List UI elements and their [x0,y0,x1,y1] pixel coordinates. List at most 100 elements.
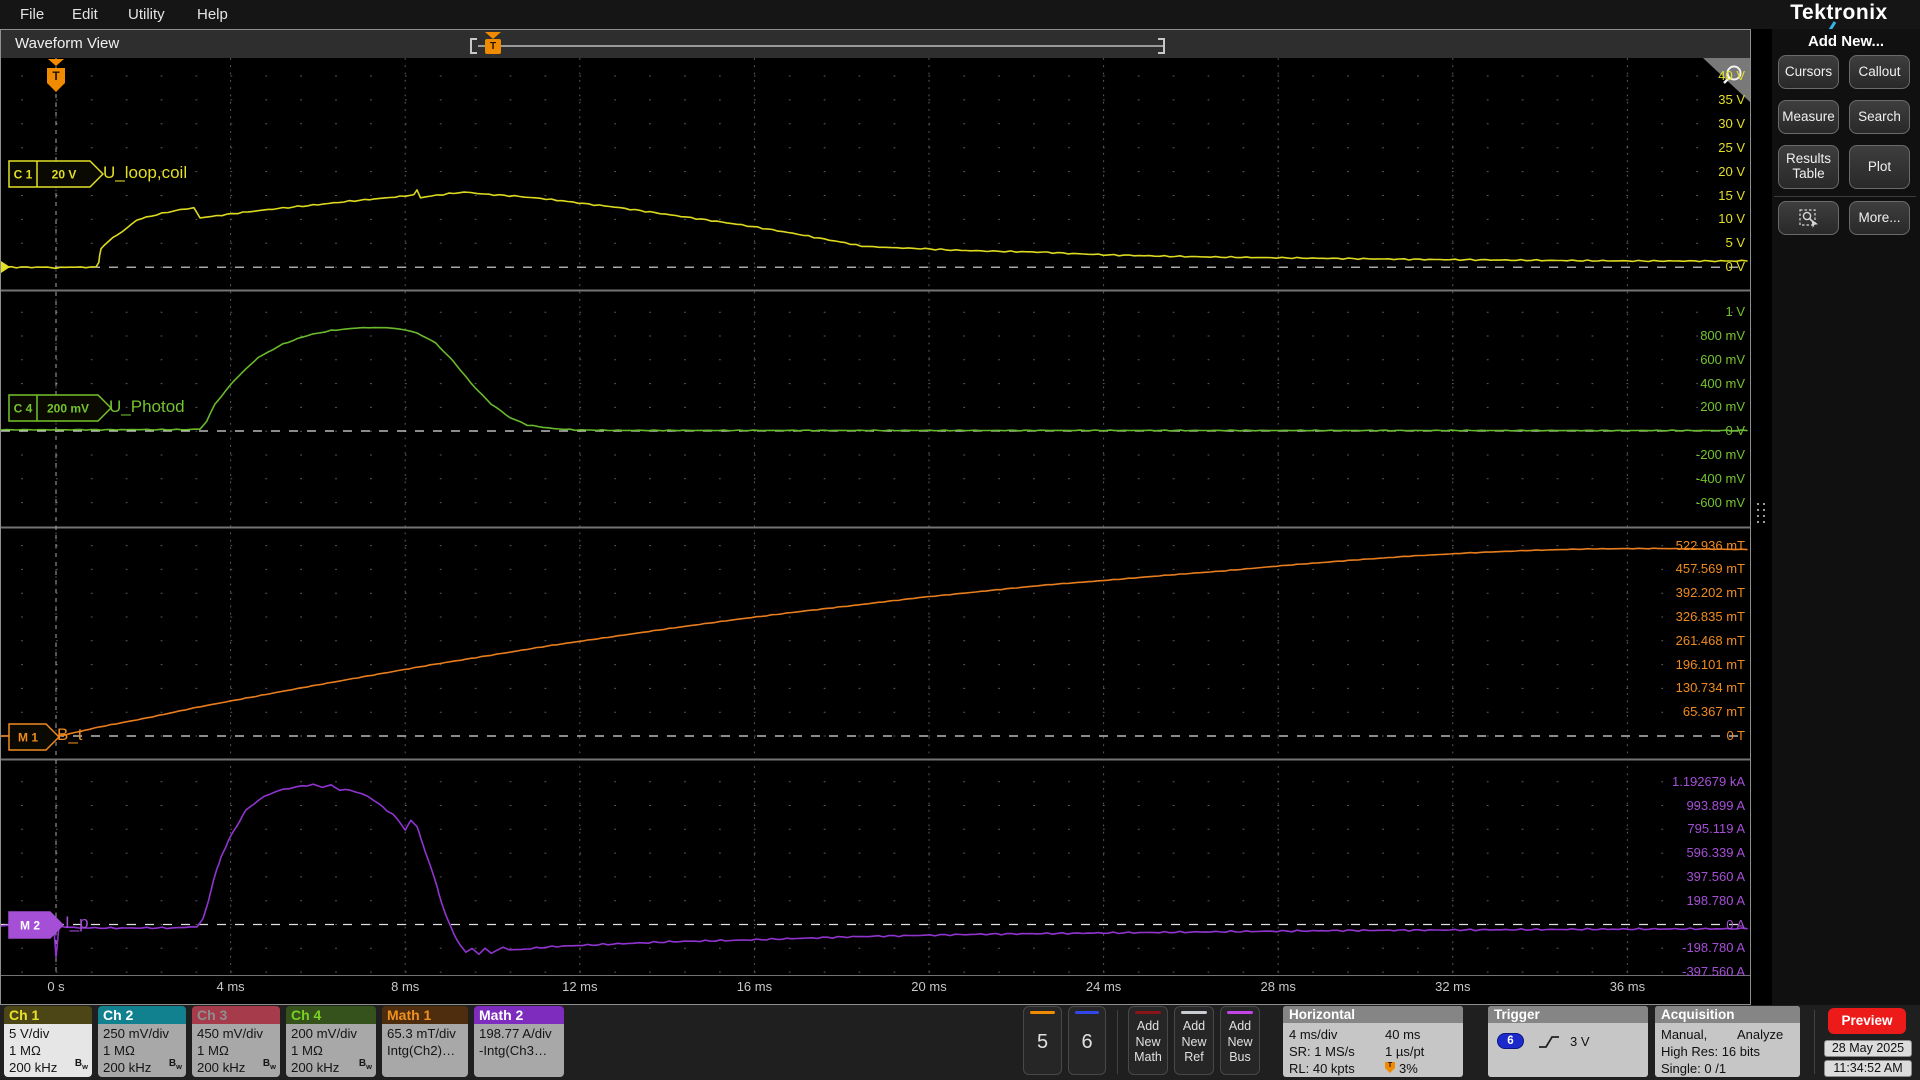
results-table-button[interactable]: Results Table [1778,145,1839,189]
bandwidth-icon: Bw [74,1058,88,1071]
x-axis-label-1: 4 ms [216,979,245,994]
cursors-button[interactable]: Cursors [1778,55,1839,89]
svg-text:20 V: 20 V [52,168,77,182]
channel-number: 5 [1036,1031,1049,1053]
channel-settings-math1[interactable]: Math 1 65.3 mT/div Intg(Ch2)… [382,1006,468,1077]
axis-label-orange-5: 196.101 mT [1675,656,1745,672]
callout-button[interactable]: Callout [1849,55,1910,89]
search-button[interactable]: Search [1849,100,1910,134]
axis-label-green-2: 600 mV [1700,351,1745,367]
waveform-view-title: Waveform View [15,35,120,52]
color-stripe [1075,1011,1099,1014]
trigger-panel-title: Trigger [1488,1006,1648,1023]
axis-label-green-6: -200 mV [1695,447,1745,462]
axis-label-orange-6: 130.734 mT [1675,680,1745,696]
channel-label-u-loop-coil: U_loop,coil [103,163,188,182]
axis-label-purple-6: 0 A [1726,916,1745,932]
add-new-bus-button[interactable]: Add New Bus [1220,1006,1260,1075]
channel-name: Ch 2 [98,1006,186,1024]
axis-label-yellow-0: 40 V [1718,68,1745,83]
horizontal-scale: 4 ms/div [1289,1027,1338,1042]
axis-label-purple-4: 397.560 A [1686,868,1745,884]
menu-help[interactable]: Help [197,0,228,29]
channel1-zero-marker-icon [1,261,10,273]
channel-settings-ch4[interactable]: Ch 4 200 mV/div 1 MΩ 200 kHz Bw [286,1006,376,1077]
svg-text:C 4: C 4 [14,402,33,416]
acquisition-mode: Manual, [1661,1027,1708,1042]
channel-settings-body: 65.3 mT/div Intg(Ch2)… [382,1024,468,1077]
plot-button[interactable]: Plot [1849,145,1910,189]
bandwidth-icon: Bw [168,1058,182,1071]
channel-label-b-t: B_t [57,725,83,744]
acquisition-panel-title: Acquisition [1655,1006,1800,1023]
horizontal-position-track[interactable] [478,45,1164,47]
svg-text:M 1: M 1 [18,731,38,745]
channel-settings-ch1[interactable]: Ch 1 5 V/div 1 MΩ 200 kHz Bw [4,1006,92,1077]
trigger-position-handle[interactable]: T [485,39,501,54]
axis-label-yellow-3: 25 V [1718,139,1745,155]
setting-line: 200 mV/div [291,1026,357,1041]
record-left-bracket [470,38,477,54]
channel-5-button[interactable]: 5 [1023,1006,1062,1075]
axis-label-purple-3: 596.339 A [1686,845,1745,861]
waveform-plot[interactable]: T 40 V 35 V 30 V 25 V 20 V 15 V 10 V 5 V 0 V 1 V 8… [1,58,1750,1004]
more-button[interactable]: More... [1849,201,1910,235]
trace-purple[interactable] [1,783,1748,959]
record-length: RL: 40 kpts [1289,1061,1355,1076]
add-new-math-button[interactable]: Add New Math [1128,1006,1168,1075]
horizontal-panel-title: Horizontal [1283,1006,1463,1023]
box-zoom-icon [1798,208,1818,228]
trace-green[interactable] [1,326,1748,432]
trigger-panel[interactable]: Trigger 6 3 V [1488,1006,1648,1077]
axis-label-purple-8: -397.560 A [1682,964,1745,980]
axis-label-orange-0: 522.936 mT [1675,537,1745,553]
waveform-view-titlebar: Waveform View T [1,30,1750,58]
axis-label-orange-7: 65.367 mT [1682,704,1745,720]
x-axis-label-7: 28 ms [1260,979,1296,994]
axis-label-purple-2: 795.119 A [1687,821,1745,837]
trigger-time-flag-icon[interactable]: T [45,59,67,95]
axis-label-purple-1: 993.899 A [1686,797,1745,813]
channel-6-button[interactable]: 6 [1068,1006,1106,1075]
channel-settings-math2[interactable]: Math 2 198.77 A/div -Intg(Ch3… [474,1006,564,1077]
record-right-bracket [1158,38,1165,54]
channel-settings-ch3[interactable]: Ch 3 450 mV/div 1 MΩ 200 kHz Bw [192,1006,280,1077]
axis-label-yellow-5: 15 V [1718,187,1745,203]
panel-splitter-handle[interactable] [1756,503,1768,527]
trace-orange[interactable] [1,547,1748,738]
trigger-source-badge: 6 [1497,1033,1524,1049]
channel-badge-m2[interactable]: M 2 [8,911,65,944]
tektronix-logo: Tektronix [1790,1,1888,24]
acquisition-panel[interactable]: Acquisition Manual, Analyze High Res: 16… [1655,1006,1800,1077]
color-stripe [1135,1011,1161,1014]
horizontal-window: 40 ms [1385,1027,1421,1042]
button-label: Add New Math [1134,1019,1162,1064]
setting-line: 450 mV/div [197,1026,263,1041]
menu-edit[interactable]: Edit [72,0,98,29]
preview-button[interactable]: Preview [1828,1008,1906,1034]
channel-settings-body: 250 mV/div 1 MΩ 200 kHz Bw [98,1024,186,1077]
measure-button[interactable]: Measure [1778,100,1839,134]
channel-badge-c4[interactable]: C 4 200 mV [8,394,113,427]
svg-text:M 2: M 2 [20,919,40,933]
channel-badge-c1[interactable]: C 1 20 V [8,160,105,193]
x-axis-label-5: 20 ms [911,979,947,994]
add-new-ref-button[interactable]: Add New Ref [1174,1006,1214,1075]
menu-file[interactable]: File [20,0,44,29]
bottombar-divider-2 [1814,1010,1815,1074]
trigger-position-pointer-icon[interactable] [485,32,501,39]
box-zoom-button[interactable] [1778,201,1839,235]
horizontal-panel[interactable]: Horizontal 4 ms/div 40 ms SR: 1 MS/s 1 µ… [1283,1006,1463,1077]
channel-settings-ch2[interactable]: Ch 2 250 mV/div 1 MΩ 200 kHz Bw [98,1006,186,1077]
axis-label-yellow-1: 35 V [1718,91,1745,107]
trace-yellow[interactable] [1,189,1748,270]
x-axis-label-8: 32 ms [1435,979,1471,994]
channel-label-u-photod: U_Photod [109,397,185,416]
color-stripe [1227,1011,1253,1014]
axis-label-orange-4: 261.468 mT [1675,632,1745,648]
setting-line: 65.3 mT/div [387,1026,456,1041]
x-axis-label-4: 16 ms [736,979,773,994]
channel-badge-m1[interactable]: M 1 [8,723,61,756]
channel-settings-body: 450 mV/div 1 MΩ 200 kHz Bw [192,1024,280,1077]
menu-utility[interactable]: Utility [128,0,165,29]
